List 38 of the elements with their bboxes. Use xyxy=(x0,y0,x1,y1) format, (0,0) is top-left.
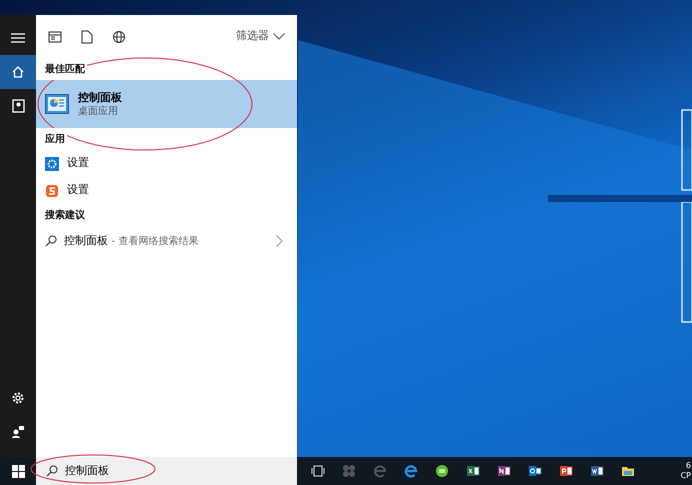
taskbar-search-field[interactable]: 控制面板 xyxy=(36,457,297,485)
excel-icon xyxy=(466,464,480,478)
feedback-icon xyxy=(11,425,25,439)
folder-icon xyxy=(620,464,634,478)
tray-clock-text: 6 xyxy=(686,461,691,471)
home-button[interactable] xyxy=(0,55,36,89)
control-panel-icon xyxy=(45,94,69,114)
document-icon[interactable] xyxy=(81,30,93,44)
settings-icon xyxy=(11,391,25,405)
e-logo-icon xyxy=(372,464,386,478)
gear-icon xyxy=(45,156,59,170)
task-view-icon xyxy=(310,464,324,478)
result-subtitle: 桌面应用 xyxy=(78,104,119,118)
chevron-right-icon xyxy=(276,235,283,247)
globe-icon[interactable] xyxy=(112,30,126,44)
search-icon xyxy=(45,235,57,247)
powerpoint-icon xyxy=(558,464,572,478)
result-title: 设置 xyxy=(67,182,89,198)
chevron-down-icon xyxy=(273,33,285,40)
home-icon xyxy=(11,65,25,79)
filter-dropdown[interactable]: 筛选器 xyxy=(236,28,285,45)
tray-clock-text: CP xyxy=(680,471,691,481)
outlook-icon xyxy=(528,464,542,478)
app-window-icon[interactable] xyxy=(48,30,62,42)
s-logo-icon xyxy=(45,184,59,198)
onenote-icon xyxy=(496,464,510,478)
result-title: 设置 xyxy=(67,155,89,172)
word-icon xyxy=(590,464,604,478)
result-title: 控制面板 xyxy=(78,90,122,104)
windows-logo-icon xyxy=(12,464,24,478)
circle-logo-icon xyxy=(434,464,448,478)
blurred-app-icon xyxy=(342,464,356,478)
suggestion-text: 控制面板 - 查看网络搜索结果 xyxy=(64,232,198,249)
menu-icon xyxy=(11,33,25,43)
notebook-icon xyxy=(12,99,24,113)
result-item[interactable]: 控制面板 桌面应用 xyxy=(36,80,297,128)
e-logo-icon xyxy=(404,464,418,478)
search-icon xyxy=(46,465,58,477)
